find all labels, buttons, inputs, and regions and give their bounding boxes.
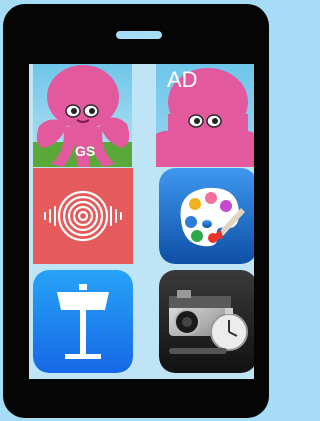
- camera-icon: [159, 270, 254, 373]
- octopus-ad-app[interactable]: AD: [156, 64, 254, 167]
- octopus-gs-app[interactable]: GS: [33, 64, 132, 167]
- camera-app[interactable]: [159, 270, 254, 373]
- sound-wave-icon: [33, 168, 133, 264]
- app-badge: GS: [75, 143, 96, 159]
- speaker-slot: [116, 31, 162, 39]
- palette-icon: [159, 168, 254, 264]
- phone-frame: GS AD: [3, 4, 269, 418]
- app-badge: AD: [167, 67, 198, 92]
- paint-app[interactable]: [159, 168, 254, 264]
- phone-screen: GS AD: [29, 64, 254, 379]
- sound-app[interactable]: [33, 168, 133, 264]
- keynote-app[interactable]: [33, 270, 133, 373]
- podium-icon: [33, 270, 133, 373]
